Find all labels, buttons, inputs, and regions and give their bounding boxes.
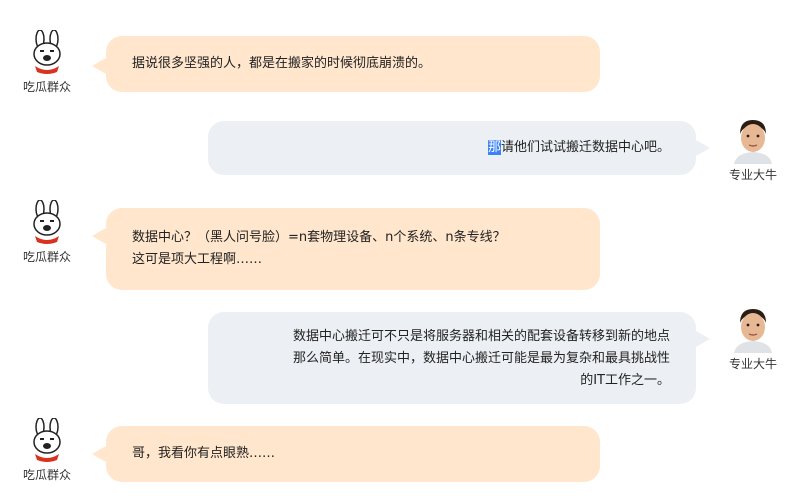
sender-expert-1[interactable]: 专业大牛 — [718, 118, 788, 183]
sender-name: 吃瓜群众 — [22, 250, 71, 264]
bubble-tail — [92, 446, 106, 462]
message-text: 哥，我看你有点眼熟…… — [132, 446, 276, 461]
bubble-tail — [696, 140, 710, 156]
sender-name: 专业大牛 — [728, 168, 777, 182]
sender-expert-2[interactable]: 专业大牛 — [718, 307, 788, 372]
message-text-rest: 请他们试试搬迁数据中心吧。 — [500, 140, 670, 155]
message-text: 这可是项大工程啊…… — [132, 252, 263, 267]
selected-text: 那 — [487, 140, 501, 155]
message-text: 的IT工作之一。 — [580, 373, 670, 388]
message-text: 据说很多坚强的人，都是在搬家的时候彻底崩溃的。 — [132, 56, 432, 71]
bubble-tail — [92, 58, 106, 74]
rabbit-icon — [33, 200, 61, 244]
bubble-tail — [696, 331, 710, 347]
message-bubble-3[interactable]: 数据中心？（黑人问号脸）=n套物理设备、n个系统、n条专线？ 这可是项大工程啊…… — [106, 208, 600, 290]
bubble-tail — [92, 228, 106, 244]
man-portrait-icon — [730, 118, 776, 164]
man-portrait-icon — [730, 307, 776, 353]
message-text: 那请他们试试搬迁数据中心吧。 — [208, 137, 670, 159]
rabbit-icon — [33, 30, 61, 74]
message-bubble-1[interactable]: 据说很多坚强的人，都是在搬家的时候彻底崩溃的。 — [106, 36, 600, 92]
message-text: 那么简单。在现实中，数据中心搬迁可能是最为复杂和最具挑战性 — [292, 351, 670, 366]
sender-melon-1[interactable]: 吃瓜群众 — [12, 30, 82, 95]
sender-name: 专业大牛 — [728, 357, 777, 371]
message-bubble-2[interactable]: 那请他们试试搬迁数据中心吧。 — [208, 121, 696, 175]
rabbit-icon — [33, 418, 61, 462]
sender-melon-2[interactable]: 吃瓜群众 — [12, 200, 82, 265]
message-bubble-4[interactable]: 数据中心搬迁可不只是将服务器和相关的配套设备转移到新的地点 那么简单。在现实中，… — [208, 312, 696, 404]
sender-name: 吃瓜群众 — [22, 80, 71, 94]
message-text: 数据中心搬迁可不只是将服务器和相关的配套设备转移到新的地点 — [292, 329, 670, 344]
chat-window: 吃瓜群众 据说很多坚强的人，都是在搬家的时候彻底崩溃的。 专业大牛 那请他们试试… — [0, 0, 800, 500]
sender-melon-3[interactable]: 吃瓜群众 — [12, 418, 82, 483]
sender-name: 吃瓜群众 — [22, 468, 71, 482]
message-text: 数据中心？（黑人问号脸）=n套物理设备、n个系统、n条专线？ — [132, 230, 506, 245]
message-bubble-5[interactable]: 哥，我看你有点眼熟…… — [106, 426, 600, 482]
